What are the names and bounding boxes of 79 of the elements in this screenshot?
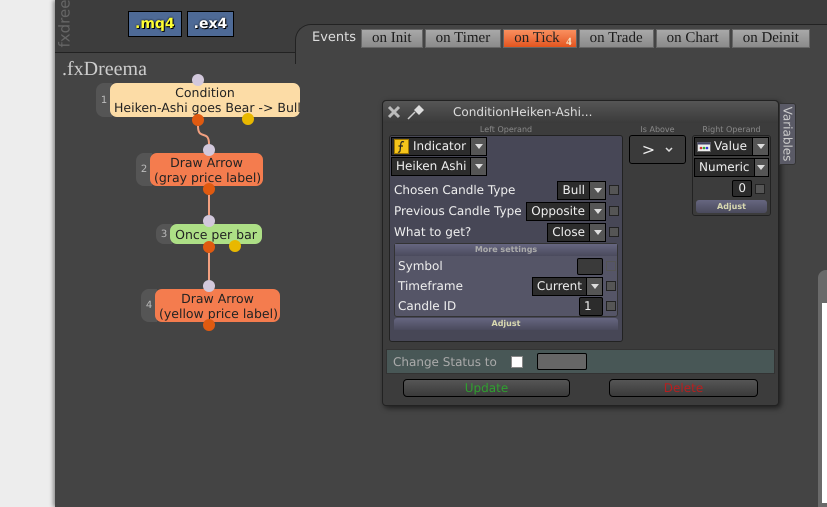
number-field[interactable]: 1 bbox=[579, 296, 603, 316]
field-label: Change Status to bbox=[393, 354, 497, 370]
flow-block[interactable]: Condition Heiken-Ashi goes Bear -> Bull bbox=[110, 83, 300, 117]
block-number: 2 bbox=[136, 153, 152, 186]
dropdown[interactable]: Opposite bbox=[526, 202, 606, 220]
input-port[interactable] bbox=[203, 144, 215, 156]
output-port[interactable] bbox=[242, 113, 254, 125]
checkbox[interactable] bbox=[609, 185, 619, 195]
field-label: Chosen Candle Type bbox=[394, 182, 516, 199]
section-heading: Is Above bbox=[639, 124, 676, 135]
caret-icon bbox=[757, 165, 766, 170]
event-tab[interactable]: on Deinit bbox=[732, 29, 810, 48]
output-port[interactable] bbox=[203, 241, 215, 253]
close-icon[interactable] bbox=[387, 105, 401, 119]
checkbox[interactable] bbox=[510, 356, 523, 368]
section-heading: Left Operand bbox=[478, 124, 534, 135]
field-label: Candle ID bbox=[398, 298, 458, 315]
connector-line bbox=[208, 253, 210, 280]
events-label: Events bbox=[312, 29, 356, 47]
caret-icon bbox=[594, 188, 602, 192]
field-label: Timeframe bbox=[398, 278, 464, 295]
checkbox[interactable] bbox=[755, 184, 765, 194]
field-label: Symbol bbox=[398, 258, 444, 275]
checkbox[interactable] bbox=[606, 281, 616, 291]
event-tab[interactable]: on Trade bbox=[578, 29, 654, 48]
input-port[interactable] bbox=[192, 74, 204, 86]
dropdown[interactable]: Heiken Ashi bbox=[391, 157, 488, 176]
block-number: 4 bbox=[141, 289, 157, 322]
variables-tab[interactable]: Variables bbox=[779, 103, 796, 165]
output-port[interactable] bbox=[203, 319, 215, 331]
section-heading: Right Operand bbox=[701, 124, 762, 135]
section-heading: More settings bbox=[395, 244, 617, 256]
connector-line bbox=[208, 195, 210, 215]
flow-block[interactable]: Draw Arrow (gray price label) bbox=[150, 153, 263, 186]
number-field[interactable]: 0 bbox=[732, 180, 752, 197]
block-number: 3 bbox=[156, 224, 172, 244]
event-tab[interactable]: on Timer bbox=[424, 29, 502, 48]
dialog-title: ConditionHeiken-Ashi... bbox=[453, 104, 592, 121]
caret-icon bbox=[756, 144, 764, 149]
file-button[interactable]: .ex4 bbox=[186, 11, 234, 37]
operator-dropdown[interactable]: > bbox=[629, 135, 686, 164]
dropdown[interactable]: Current bbox=[532, 276, 603, 296]
event-tab[interactable]: on Init bbox=[361, 29, 423, 48]
block-number: 1 bbox=[96, 83, 112, 117]
event-tab[interactable]: on Tick 4 bbox=[503, 29, 577, 48]
caret-icon bbox=[594, 230, 602, 234]
dropdown[interactable]: Indicator bbox=[391, 137, 488, 156]
function-icon bbox=[392, 138, 409, 155]
dropdown[interactable]: Value bbox=[694, 137, 769, 156]
file-button[interactable]: .mq4 bbox=[128, 11, 182, 37]
text-field[interactable] bbox=[577, 258, 603, 274]
caret-icon bbox=[474, 144, 483, 149]
output-port[interactable] bbox=[229, 240, 241, 252]
canvas-title: .fxDreema bbox=[62, 57, 147, 82]
adjust-button[interactable]: Adjust bbox=[394, 318, 618, 330]
caret-icon bbox=[594, 208, 602, 214]
input-port[interactable] bbox=[203, 215, 215, 227]
checkbox[interactable] bbox=[606, 301, 616, 311]
flow-block[interactable]: Draw Arrow (yellow price label) bbox=[155, 289, 280, 322]
caret-icon bbox=[474, 164, 483, 169]
field-label: What to get? bbox=[394, 224, 472, 241]
output-port[interactable] bbox=[192, 114, 204, 126]
checkbox[interactable] bbox=[609, 227, 619, 237]
dropdown[interactable]: Close bbox=[547, 222, 606, 242]
input-port[interactable] bbox=[203, 280, 215, 292]
output-port[interactable] bbox=[203, 183, 215, 195]
checkbox[interactable] bbox=[609, 206, 619, 216]
chevron-icon bbox=[665, 147, 674, 152]
event-tab[interactable]: on Chart bbox=[656, 29, 730, 48]
dropdown[interactable]: Bull bbox=[557, 180, 606, 200]
adjust-button[interactable]: Adjust bbox=[696, 200, 767, 213]
dropdown[interactable]: Numeric bbox=[694, 158, 769, 177]
flow-block[interactable]: Once per bar bbox=[170, 224, 262, 244]
status-field[interactable] bbox=[536, 353, 587, 370]
connector-line bbox=[197, 126, 210, 144]
pin-icon[interactable] bbox=[407, 104, 425, 120]
caret-icon bbox=[590, 284, 598, 288]
tick-count: 4 bbox=[566, 35, 572, 50]
field-label: Previous Candle Type bbox=[394, 203, 523, 220]
